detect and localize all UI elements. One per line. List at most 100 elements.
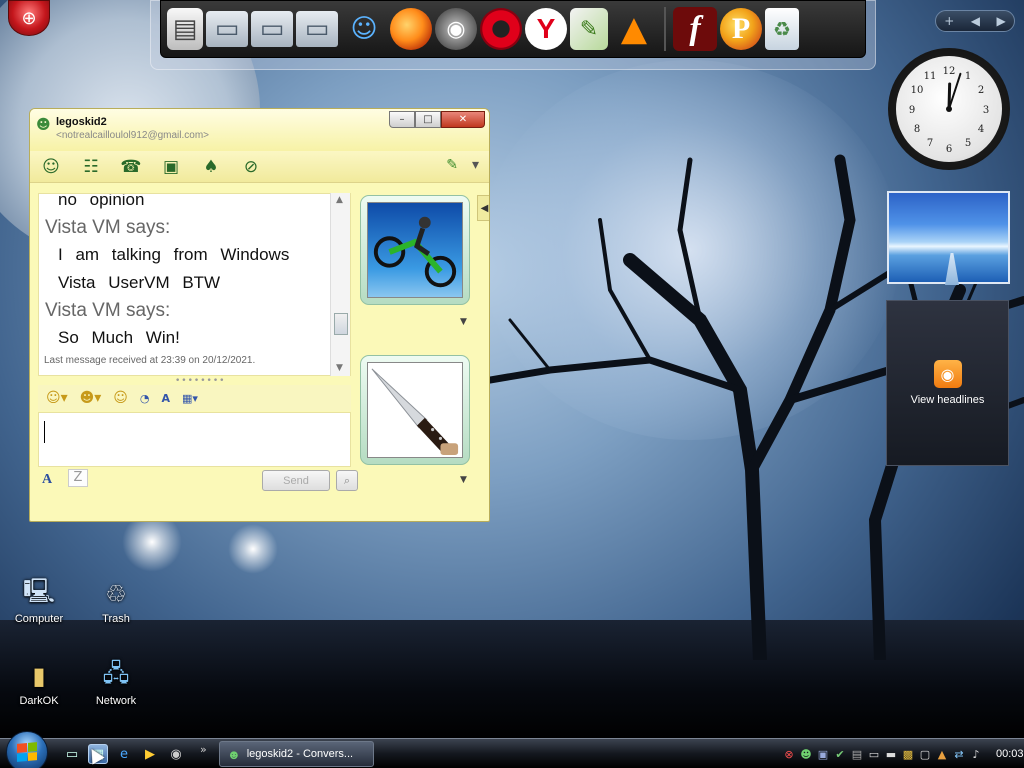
svg-text:9: 9: [909, 105, 915, 116]
pictures-folder-icon[interactable]: ▭: [251, 11, 293, 47]
wallpaper-star-glow: [228, 524, 278, 574]
message-input[interactable]: [38, 412, 351, 467]
clock-gadget[interactable]: 12 1 2 3 45 6 78 9 10 11: [888, 48, 1010, 170]
send-button[interactable]: Send: [262, 470, 330, 491]
font-button[interactable]: A: [42, 472, 52, 488]
block-contact-icon[interactable]: ⊘: [238, 155, 264, 179]
music-folder-icon[interactable]: ▭: [296, 11, 338, 47]
invite-contact-icon[interactable]: ☺: [38, 155, 64, 179]
raccoon-icon[interactable]: ◉: [166, 744, 186, 764]
notes-icon[interactable]: ▤: [167, 8, 203, 50]
opera-icon[interactable]: [480, 8, 522, 50]
backgrounds-icon[interactable]: ▦▾: [182, 392, 198, 405]
minimize-button[interactable]: –: [389, 111, 415, 128]
search-icon[interactable]: ⌕: [336, 470, 358, 491]
internet-explorer-icon[interactable]: e: [114, 744, 134, 764]
chat-scrollbar[interactable]: ▲ ▼: [330, 193, 350, 376]
conversation-window[interactable]: ☻ legoskid2 <notrealcailloulol912@gmail.…: [29, 108, 490, 522]
recycle-bin-icon[interactable]: ♻: [765, 8, 799, 50]
handwriting-icon[interactable]: Z: [68, 469, 88, 487]
app-tray-icon[interactable]: ▣: [816, 747, 830, 761]
desktop-icon-label: Computer: [14, 613, 64, 625]
slideshow-gadget[interactable]: [887, 191, 1010, 285]
message-text: So Much Win!: [58, 328, 180, 347]
update-icon[interactable]: ✔: [833, 747, 847, 761]
menu-dropdown-icon[interactable]: ▾: [472, 157, 479, 173]
own-display-picture[interactable]: [360, 355, 470, 465]
flash-icon[interactable]: f: [673, 7, 717, 51]
nudge-icon[interactable]: ☺: [113, 390, 128, 406]
feed-headlines-gadget[interactable]: ◉ View headlines: [886, 300, 1009, 466]
scroll-thumb[interactable]: [334, 313, 348, 335]
desktop-icon-darkok[interactable]: ▮ DarkOK: [3, 660, 75, 708]
p-app-icon[interactable]: P: [720, 8, 762, 50]
contact-name: legoskid2: [56, 116, 107, 128]
message-speaker: Vista VM says:: [45, 300, 171, 321]
users-icon[interactable]: ☺: [341, 6, 387, 52]
clock-face: 12 1 2 3 45 6 78 9 10 11: [896, 56, 1002, 162]
translate-icon[interactable]: A: [161, 392, 170, 405]
network-tray-icon[interactable]: ⇄: [952, 747, 966, 761]
desktop-icon-label: DarkOK: [19, 695, 59, 707]
device-icon[interactable]: ▬: [884, 747, 898, 761]
close-button[interactable]: ✕: [441, 111, 485, 128]
contact-picture-dropdown-icon[interactable]: ▼: [460, 317, 467, 327]
scroll-up-arrow[interactable]: ▲: [336, 195, 343, 205]
sync-icon[interactable]: ▤: [850, 747, 864, 761]
contact-email: <notrealcailloulol912@gmail.com>: [56, 130, 210, 141]
lock-icon[interactable]: ▩: [901, 747, 915, 761]
view-headlines-link[interactable]: View headlines: [911, 394, 985, 406]
wink-icon[interactable]: ☻▾: [80, 390, 102, 406]
warning-icon[interactable]: ▲: [935, 747, 949, 761]
volume-icon[interactable]: ♪: [969, 747, 983, 761]
svg-text:4: 4: [978, 124, 984, 135]
desktop-icon-computer[interactable]: 🖳 Computer: [3, 578, 75, 626]
document-icon[interactable]: ✎: [570, 8, 608, 50]
display-icon[interactable]: ▢: [918, 747, 932, 761]
sidebar-next-button[interactable]: ▶: [997, 14, 1006, 28]
emoticon-icon[interactable]: ☺▾: [46, 390, 68, 406]
vlc-icon[interactable]: ▲: [611, 6, 657, 52]
show-desktop-icon[interactable]: ▭: [62, 744, 82, 764]
pen-icon[interactable]: ✎: [446, 157, 458, 173]
desktop-icon-network[interactable]: 🖧 Network: [80, 660, 152, 708]
motocross-picture: [367, 202, 463, 298]
send-files-icon[interactable]: ☷: [78, 155, 104, 179]
app-orb-icon[interactable]: ⊕: [8, 0, 50, 36]
voice-clip-icon[interactable]: ◔: [140, 392, 150, 405]
contact-display-picture[interactable]: [360, 195, 470, 305]
own-picture-dropdown-icon[interactable]: ▼: [460, 475, 467, 485]
messenger-tray-icon[interactable]: ☻: [799, 747, 813, 761]
security-alert-icon[interactable]: ⊗: [782, 747, 796, 761]
svg-text:6: 6: [946, 144, 952, 155]
knife-picture: [367, 362, 463, 458]
video-icon[interactable]: ▣: [158, 155, 184, 179]
scroll-down-arrow[interactable]: ▼: [336, 363, 343, 373]
yandex-icon[interactable]: Y: [525, 8, 567, 50]
documents-folder-icon[interactable]: ▭: [206, 11, 248, 47]
maximize-button[interactable]: □: [415, 111, 441, 128]
collapse-pictures-button[interactable]: ◀: [477, 195, 489, 221]
raccoon-icon[interactable]: ◉: [435, 8, 477, 50]
quick-launch-overflow[interactable]: »: [200, 743, 207, 756]
dock-separator: [664, 7, 666, 51]
svg-text:1: 1: [965, 71, 971, 82]
taskbar-conversation-button[interactable]: ☻ legoskid2 - Convers...: [219, 741, 374, 767]
activities-icon[interactable]: ♠: [198, 155, 224, 179]
firefox-icon[interactable]: [390, 8, 432, 50]
trash-icon: ♲: [105, 580, 127, 608]
toolbar-right: ✎ ▾: [446, 157, 479, 173]
monitor-icon[interactable]: ▭: [867, 747, 881, 761]
media-player-icon[interactable]: ▶: [140, 744, 160, 764]
start-button[interactable]: [6, 731, 48, 768]
clock-time[interactable]: 00:03: [996, 748, 1024, 760]
add-gadget-button[interactable]: +: [944, 14, 954, 28]
last-message-status: Last message received at 23:39 on 20/12/…: [44, 355, 256, 366]
folder-zip-icon: ▮: [32, 662, 46, 690]
svg-text:12: 12: [943, 66, 956, 77]
chat-history[interactable]: no opinion Vista VM says: I am talking f…: [38, 193, 351, 376]
sidebar-prev-button[interactable]: ◀: [971, 14, 980, 28]
desktop-icon-trash[interactable]: ♲ Trash: [80, 578, 152, 626]
call-icon[interactable]: ☎: [118, 155, 144, 179]
svg-text:2: 2: [978, 85, 984, 96]
